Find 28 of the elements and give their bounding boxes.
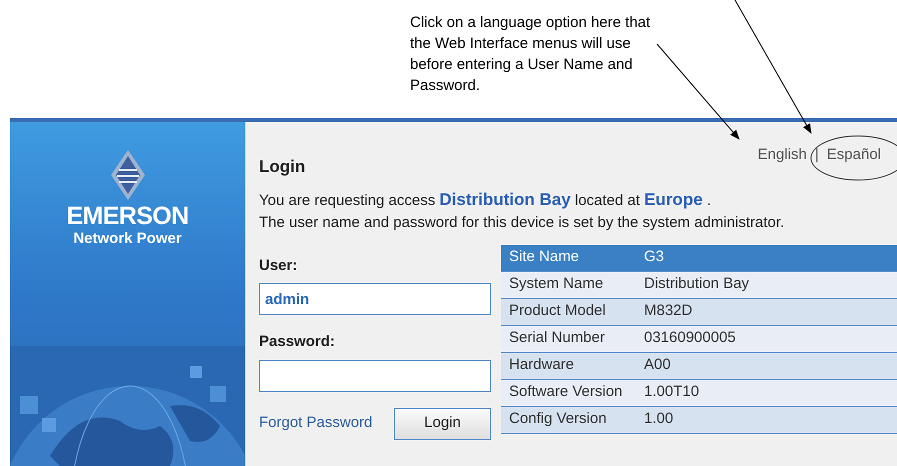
table-cell-text: Distribution Bay: [644, 274, 750, 294]
table-cell-text: Config Version: [509, 409, 608, 430]
table-cell-text: Software Version: [509, 382, 624, 402]
brand-tagline: Network Power: [73, 230, 182, 248]
table-cell-text: 1.00T10: [644, 382, 700, 402]
table-cell-text: Site Name: [509, 247, 580, 268]
language-link[interactable]: Español: [826, 144, 881, 166]
table-cell-text: M832D: [644, 301, 692, 322]
table-cell-text: Hardware: [509, 355, 576, 376]
table-cell-text: 03160900005: [644, 328, 736, 348]
forgot-password-link[interactable]: Forgot Password: [259, 412, 372, 435]
table-cell-text: Product Model: [509, 301, 607, 322]
user-field[interactable]: admin: [259, 283, 491, 315]
table-cell-text: Serial Number: [509, 328, 606, 348]
language-link[interactable]: English: [758, 144, 807, 166]
admin-note: The user name and password for this device is set by the system administrator.: [259, 212, 786, 232]
table-cell-text: G3: [644, 247, 664, 268]
login-button[interactable]: Login: [394, 408, 491, 440]
access-text: You are requesting access Distribution Bay located at Europe .: [259, 188, 712, 210]
password-label: Password:: [259, 332, 336, 352]
brand-name: EMERSON: [66, 202, 189, 230]
callout-text: Click on a language option here that the Web Interface menus will use before entering a User Name and Password.: [410, 13, 652, 96]
table-cell-text: A00: [644, 355, 671, 376]
language-separator: |: [814, 145, 819, 165]
login-title: Login: [259, 156, 306, 178]
user-label: User:: [259, 256, 298, 276]
table-cell-text: System Name: [509, 274, 604, 294]
table-cell-text: 1.00: [644, 409, 674, 430]
